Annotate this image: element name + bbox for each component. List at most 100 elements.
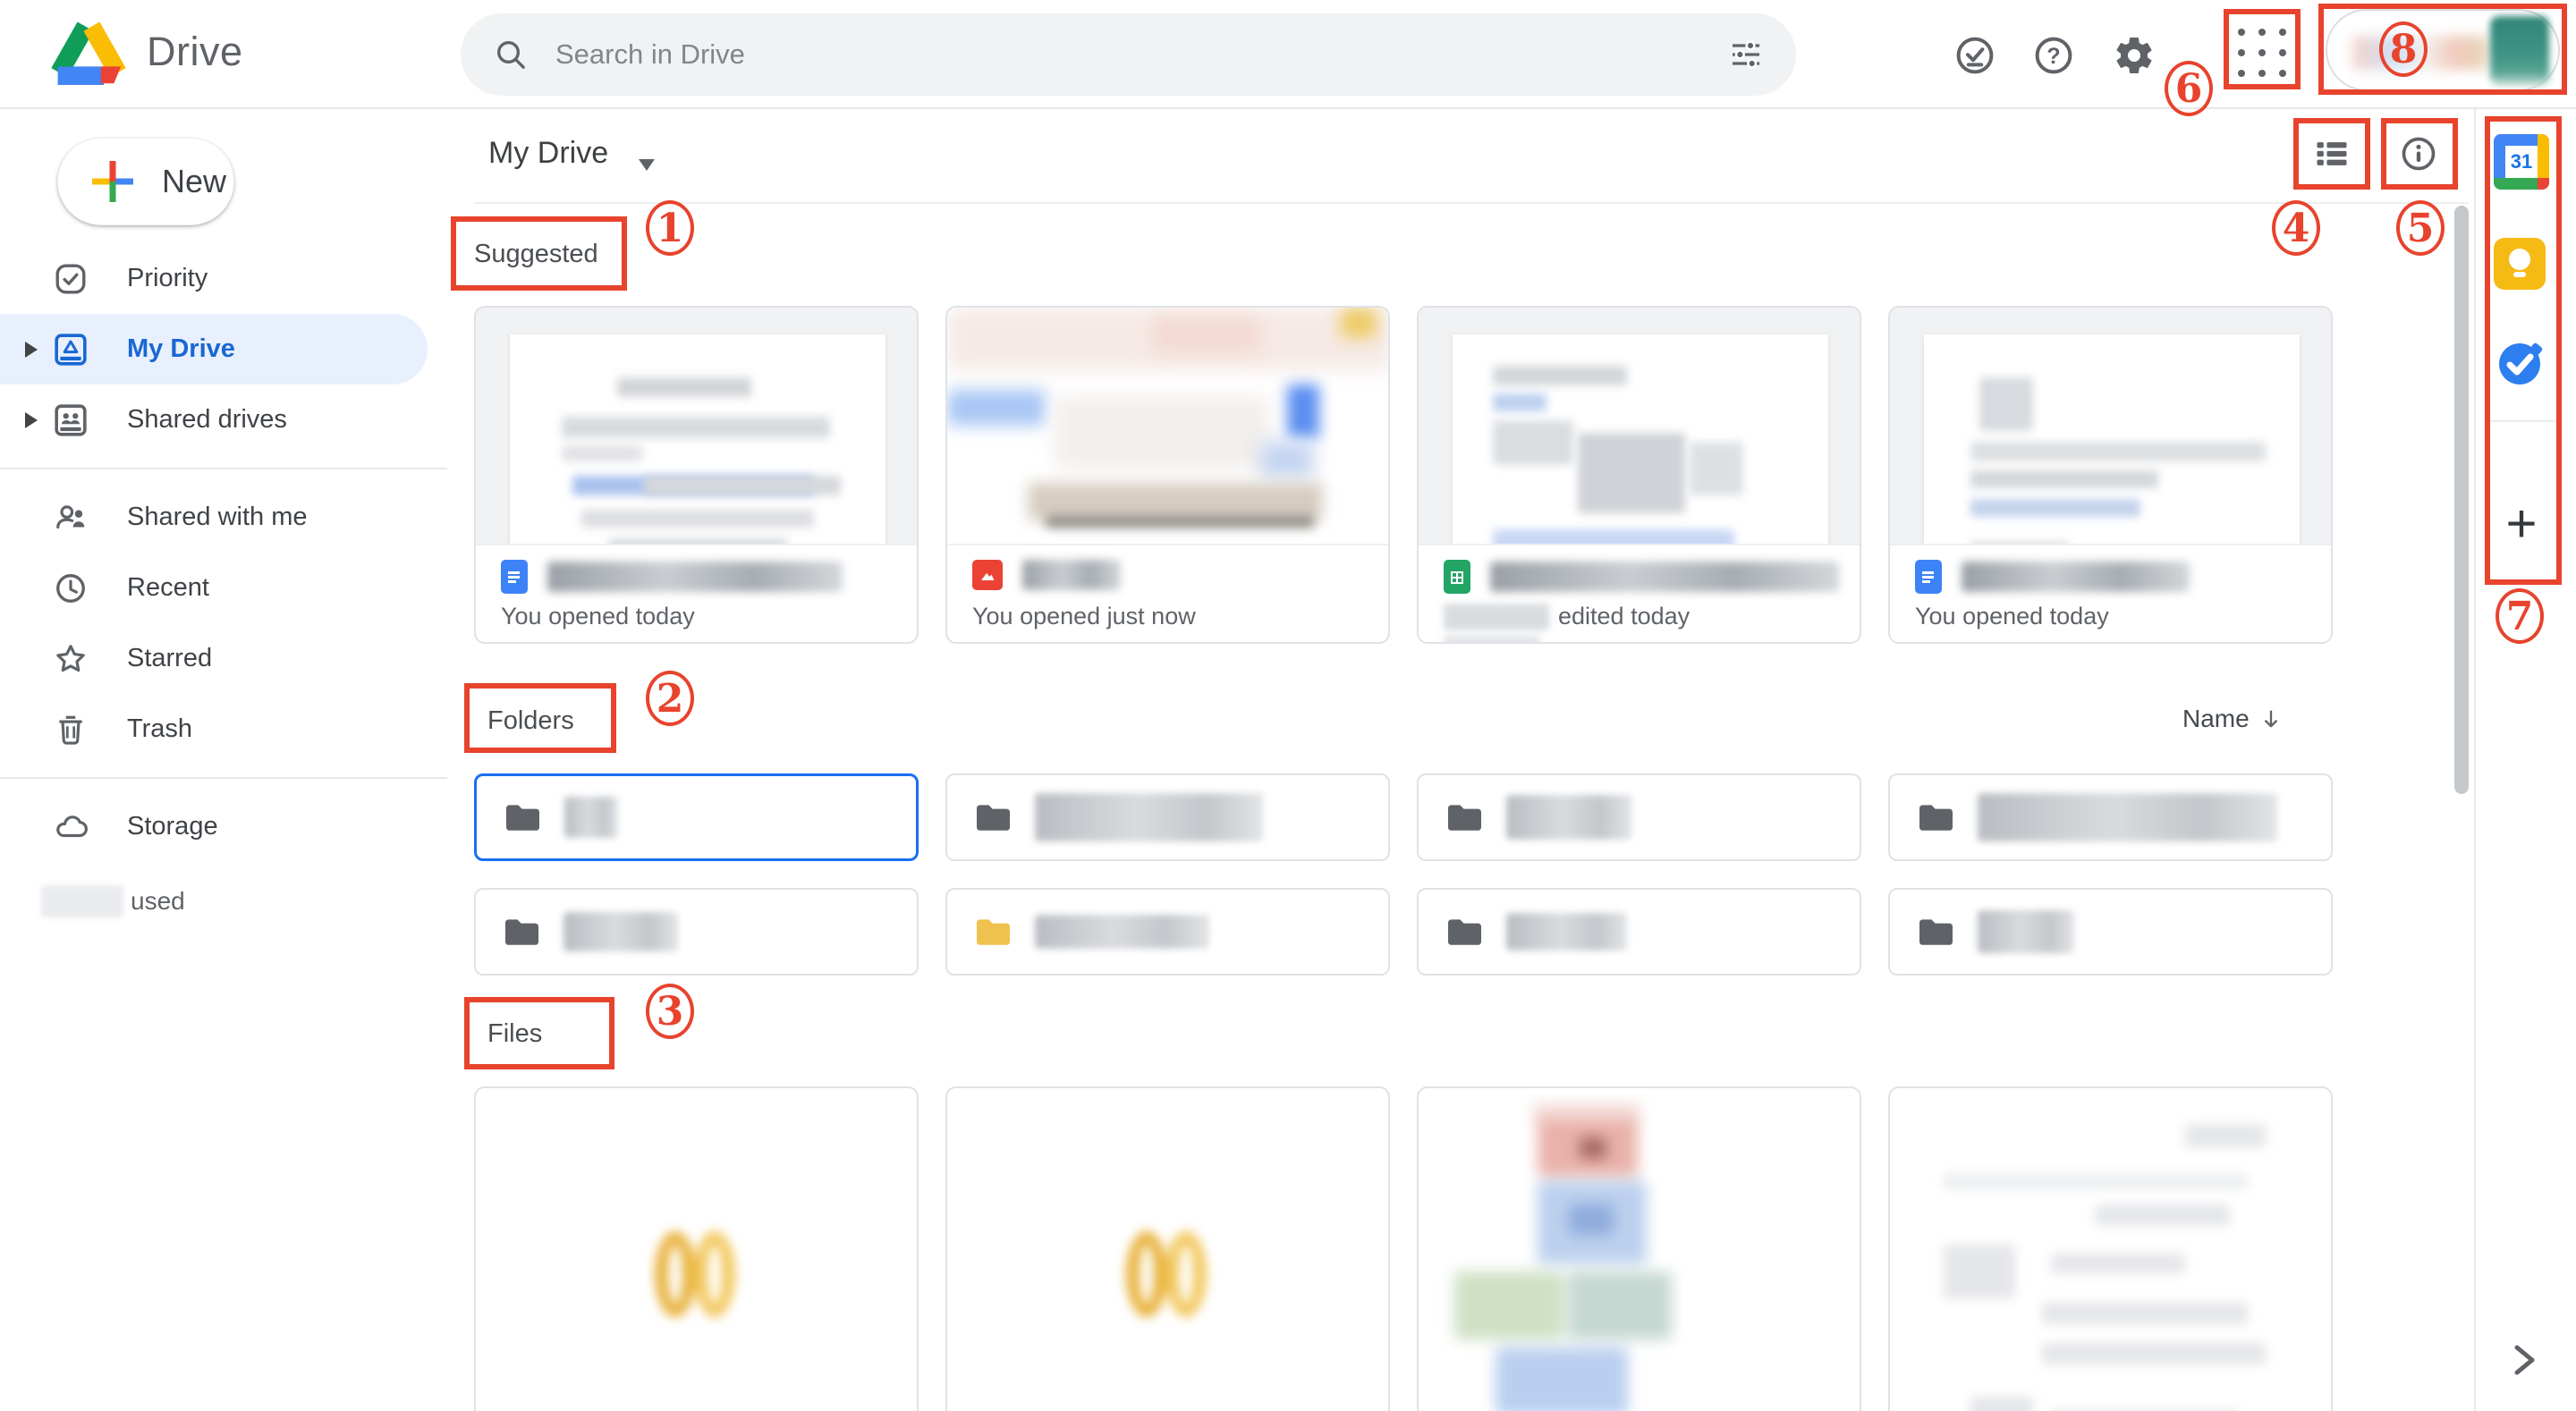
file-thumbnail	[1419, 308, 1860, 545]
folder-tile[interactable]	[474, 773, 919, 861]
avatar	[2490, 16, 2549, 86]
suggested-card[interactable]: You opened today	[1888, 306, 2333, 644]
sidebar-item-label: Trash	[127, 714, 192, 744]
search-bar[interactable]: Search in Drive	[461, 13, 1796, 96]
priority-icon	[54, 262, 88, 296]
page-title[interactable]: My Drive	[488, 136, 608, 171]
redacted-file-title	[1022, 560, 1121, 590]
folder-tile[interactable]	[1888, 888, 2333, 976]
side-panel-separator	[2488, 420, 2555, 422]
folder-icon	[1445, 802, 1483, 832]
sidebar-item-shared-with-me[interactable]: Shared with me	[0, 482, 447, 553]
folder-icon	[1917, 802, 1954, 832]
details-icon[interactable]	[2397, 132, 2440, 175]
search-filter-icon[interactable]	[1728, 37, 1764, 72]
annotation-number-4: 4	[2272, 200, 2320, 256]
redacted-file-title	[547, 562, 843, 592]
sidebar-item-priority[interactable]: Priority	[0, 243, 447, 314]
redacted-folder-name	[564, 797, 618, 838]
folder-icon	[974, 802, 1012, 832]
sidebar-item-starred[interactable]: Starred	[0, 623, 447, 694]
google-drive-app: Drive Search in Drive	[0, 0, 2576, 1411]
search-input[interactable]: Search in Drive	[555, 38, 1728, 71]
sidebar-item-label: Shared drives	[127, 405, 287, 435]
file-thumbnail	[947, 308, 1388, 545]
sidebar-divider	[0, 468, 447, 469]
top-bar: Drive Search in Drive	[0, 0, 2576, 109]
file-card[interactable]	[1888, 1086, 2333, 1411]
svg-text:?: ?	[2046, 44, 2060, 69]
redacted-file-title	[1962, 562, 2190, 592]
folder-tile[interactable]	[474, 888, 919, 976]
shared-drives-icon	[54, 403, 88, 437]
shared-with-me-icon	[54, 501, 88, 535]
suggested-card[interactable]: You opened today	[474, 306, 919, 644]
sidebar-item-my-drive[interactable]: My Drive	[0, 314, 428, 384]
sidebar-item-label: Storage	[127, 812, 218, 841]
google-apps-icon[interactable]	[2236, 27, 2288, 79]
google-docs-icon	[501, 560, 528, 594]
annotation-number-7: 7	[2496, 588, 2544, 644]
cloud-icon	[54, 810, 88, 844]
list-view-icon[interactable]	[2310, 132, 2353, 175]
google-calendar-icon[interactable]: 31	[2494, 134, 2549, 190]
annotation-number-3: 3	[646, 984, 694, 1039]
sidebar-item-label: Starred	[127, 644, 212, 673]
folder-tile[interactable]	[945, 773, 1390, 861]
add-panel-app-button[interactable]: +	[2494, 494, 2549, 553]
redacted-document-thumbnail	[1890, 1088, 2331, 1411]
suggested-header: Suggested	[474, 240, 598, 269]
file-caption: You opened today	[1915, 603, 2109, 630]
sidebar-item-trash[interactable]: Trash	[0, 694, 447, 765]
settings-icon[interactable]	[2111, 32, 2157, 79]
account-chip[interactable]	[2326, 9, 2560, 91]
folder-icon	[1445, 917, 1483, 947]
file-meta: You opened today	[1890, 545, 2331, 644]
show-side-panel-chevron[interactable]	[2504, 1338, 2544, 1382]
sidebar-item-label: Recent	[127, 573, 209, 603]
google-plus-icon	[89, 157, 137, 206]
sidebar-divider	[0, 777, 447, 779]
file-card[interactable]	[474, 1086, 919, 1411]
file-card[interactable]	[1417, 1086, 1861, 1411]
new-button[interactable]: New	[57, 138, 234, 225]
sort-control[interactable]: Name	[2182, 705, 2284, 733]
redacted-flowchart-thumbnail	[1419, 1088, 1860, 1411]
folder-tile[interactable]	[1888, 773, 2333, 861]
file-meta: You opened just now	[947, 545, 1388, 644]
folder-tile[interactable]	[945, 888, 1390, 976]
redacted-storage-amount	[41, 885, 123, 917]
file-caption: edited today	[1444, 603, 1690, 630]
sidebar-item-recent[interactable]: Recent	[0, 553, 447, 623]
redacted-person-name	[1444, 604, 1549, 630]
recent-icon	[54, 571, 88, 605]
help-icon[interactable]: ?	[2030, 32, 2077, 79]
file-meta: edited today	[1419, 545, 1860, 644]
sidebar-item-label: My Drive	[127, 334, 235, 364]
file-card[interactable]	[945, 1086, 1390, 1411]
drive-logo[interactable]: Drive	[50, 18, 243, 86]
chevron-down-icon[interactable]	[639, 159, 655, 171]
suggested-card[interactable]: edited today	[1417, 306, 1861, 644]
offline-status-icon[interactable]	[1952, 32, 1998, 79]
folder-icon	[974, 917, 1012, 947]
redacted-folder-name	[1035, 915, 1209, 949]
suggested-card[interactable]: You opened just now	[945, 306, 1390, 644]
folder-tile[interactable]	[1417, 773, 1861, 861]
left-sidebar: New Priority My Drive S	[0, 109, 447, 1411]
sidebar-item-storage[interactable]: Storage	[0, 791, 447, 862]
sidebar-item-shared-drives[interactable]: Shared drives	[0, 384, 447, 455]
annotation-number-2: 2	[646, 671, 694, 726]
folder-tile[interactable]	[1417, 888, 1861, 976]
redacted-caption-line	[1444, 635, 1540, 644]
image-file-icon	[972, 560, 1003, 590]
expand-arrow-icon[interactable]	[25, 412, 38, 428]
google-keep-icon[interactable]	[2494, 238, 2549, 293]
starred-icon	[54, 642, 88, 676]
google-docs-icon	[1915, 560, 1942, 594]
storage-usage: used	[41, 885, 185, 917]
scrollbar[interactable]	[2454, 206, 2469, 794]
expand-arrow-icon[interactable]	[25, 342, 38, 358]
drive-logo-icon	[50, 18, 127, 86]
google-tasks-icon[interactable]	[2494, 338, 2549, 393]
